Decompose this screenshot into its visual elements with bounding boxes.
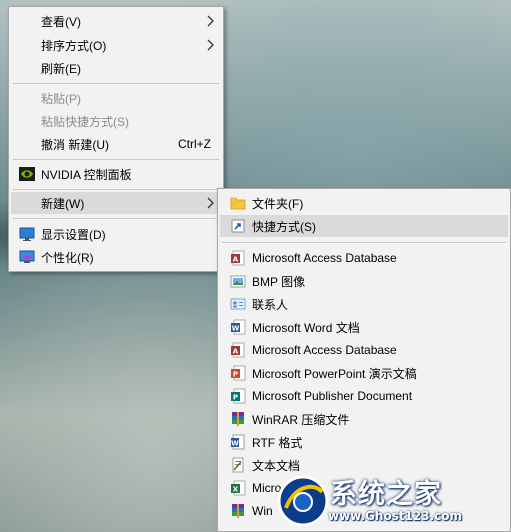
folder-icon — [230, 197, 246, 210]
submenu-item-folder[interactable]: 文件夹(F) — [220, 192, 508, 214]
submenu-item-powerpoint[interactable]: P Microsoft PowerPoint 演示文稿 — [220, 362, 508, 384]
submenu-item-word-document[interactable]: W Microsoft Word 文档 — [220, 316, 508, 338]
menu-item-paste-shortcut[interactable]: 粘贴快捷方式(S) — [11, 110, 221, 132]
watermark-url: www.Ghost123.com — [328, 509, 463, 523]
menu-item-undo-new[interactable]: 撤消 新建(U) Ctrl+Z — [11, 133, 221, 155]
menu-item-display-settings[interactable]: 显示设置(D) — [11, 223, 221, 245]
menu-item-label: 新建(W) — [41, 196, 85, 211]
text-file-icon — [232, 457, 244, 473]
shortcut-text: Ctrl+Z — [178, 137, 211, 151]
word-file-icon: W — [231, 319, 246, 335]
menu-separator — [222, 242, 506, 243]
submenu-item-shortcut[interactable]: 快捷方式(S) — [220, 215, 508, 237]
watermark-logo-icon — [277, 475, 329, 527]
menu-item-paste[interactable]: 粘贴(P) — [11, 87, 221, 109]
svg-text:A: A — [233, 348, 239, 356]
menu-item-label: 联系人 — [252, 297, 289, 312]
bmp-image-icon — [230, 275, 246, 288]
svg-text:W: W — [232, 325, 240, 333]
menu-item-label: Microsoft Access Database — [252, 251, 397, 265]
chevron-right-icon — [207, 15, 214, 27]
personalize-icon — [19, 250, 35, 263]
menu-separator — [13, 189, 219, 190]
powerpoint-file-icon: P — [231, 365, 246, 381]
menu-item-nvidia-control-panel[interactable]: NVIDIA 控制面板 — [11, 163, 221, 185]
menu-item-label: Microsoft Publisher Document — [252, 389, 413, 403]
menu-item-label: 刷新(E) — [41, 61, 81, 76]
menu-item-label: RTF 格式 — [252, 435, 303, 450]
chevron-right-icon — [207, 197, 214, 209]
contact-icon — [230, 298, 246, 310]
menu-item-label: 粘贴(P) — [41, 91, 81, 106]
menu-item-label: 查看(V) — [41, 14, 81, 29]
access-file-icon: A — [231, 250, 245, 266]
menu-item-label: 排序方式(O) — [41, 38, 107, 53]
svg-text:A: A — [233, 256, 239, 264]
menu-item-label: Microsoft Word 文档 — [252, 320, 360, 335]
menu-item-view[interactable]: 查看(V) — [11, 10, 221, 32]
menu-item-label: Win — [252, 504, 273, 518]
watermark-title: 系统之家 — [330, 479, 442, 510]
menu-item-label: 粘贴快捷方式(S) — [41, 114, 129, 129]
display-icon — [19, 227, 35, 241]
menu-item-label: 个性化(R) — [41, 250, 94, 265]
submenu-item-access-database-2[interactable]: A Microsoft Access Database — [220, 339, 508, 361]
site-watermark: 系统之家 www.Ghost123.com — [272, 470, 511, 532]
svg-text:X: X — [233, 486, 239, 494]
menu-separator — [13, 83, 219, 84]
submenu-item-winrar[interactable]: WinRAR 压缩文件 — [220, 408, 508, 430]
submenu-item-bmp-image[interactable]: BMP 图像 — [220, 270, 508, 292]
menu-separator — [13, 218, 219, 219]
chevron-right-icon — [207, 39, 214, 51]
rtf-file-icon: W — [231, 434, 245, 450]
menu-separator — [13, 159, 219, 160]
menu-item-label: 快捷方式(S) — [252, 219, 316, 234]
menu-item-label: 撤消 新建(U) — [41, 137, 109, 152]
svg-text:W: W — [231, 440, 239, 448]
winrar-archive-icon — [232, 412, 244, 426]
nvidia-icon — [19, 167, 35, 181]
menu-item-label: Microsoft PowerPoint 演示文稿 — [252, 366, 417, 381]
menu-item-label: 文件夹(F) — [252, 196, 304, 211]
menu-item-label: WinRAR 压缩文件 — [252, 412, 350, 427]
svg-text:P: P — [233, 371, 238, 379]
access-file-icon: A — [231, 342, 245, 358]
menu-item-refresh[interactable]: 刷新(E) — [11, 57, 221, 79]
menu-item-personalize[interactable]: 个性化(R) — [11, 246, 221, 268]
submenu-item-contact[interactable]: 联系人 — [220, 293, 508, 315]
svg-text:P: P — [233, 394, 238, 402]
menu-item-label: Microsoft Access Database — [252, 343, 397, 357]
menu-item-label: NVIDIA 控制面板 — [41, 167, 132, 182]
excel-file-icon: X — [231, 480, 246, 496]
submenu-item-access-database[interactable]: A Microsoft Access Database — [220, 247, 508, 269]
submenu-item-publisher[interactable]: P Microsoft Publisher Document — [220, 385, 508, 407]
menu-item-new[interactable]: 新建(W) — [11, 192, 221, 214]
menu-item-label: BMP 图像 — [252, 274, 306, 289]
desktop-context-menu: 查看(V) 排序方式(O) 刷新(E) 粘贴(P) 粘贴快捷方式(S) 撤消 新… — [8, 6, 224, 272]
publisher-file-icon: P — [231, 388, 246, 404]
menu-item-sort-by[interactable]: 排序方式(O) — [11, 34, 221, 56]
submenu-item-rtf[interactable]: W RTF 格式 — [220, 431, 508, 453]
menu-item-label: 显示设置(D) — [41, 227, 106, 242]
winrar-archive-icon — [232, 504, 244, 518]
shortcut-icon — [231, 219, 245, 233]
